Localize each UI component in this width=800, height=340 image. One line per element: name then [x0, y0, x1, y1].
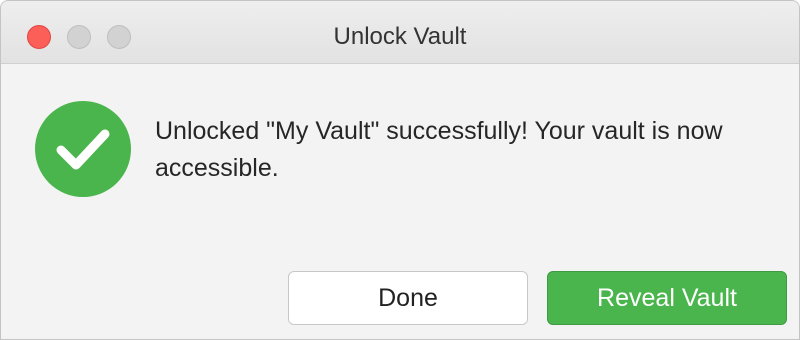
- checkmark-circle-icon: [35, 101, 131, 197]
- window-title: Unlock Vault: [333, 23, 467, 50]
- dialog-content: Unlocked "My Vault" successfully! Your v…: [1, 64, 799, 339]
- done-button[interactable]: Done: [288, 271, 528, 325]
- success-message: Unlocked "My Vault" successfully! Your v…: [155, 117, 723, 182]
- title-bar[interactable]: Unlock Vault: [1, 1, 799, 64]
- reveal-vault-button[interactable]: Reveal Vault: [547, 271, 787, 325]
- unlock-vault-window: Unlock Vault Unlocked "My Vault" success…: [0, 0, 800, 340]
